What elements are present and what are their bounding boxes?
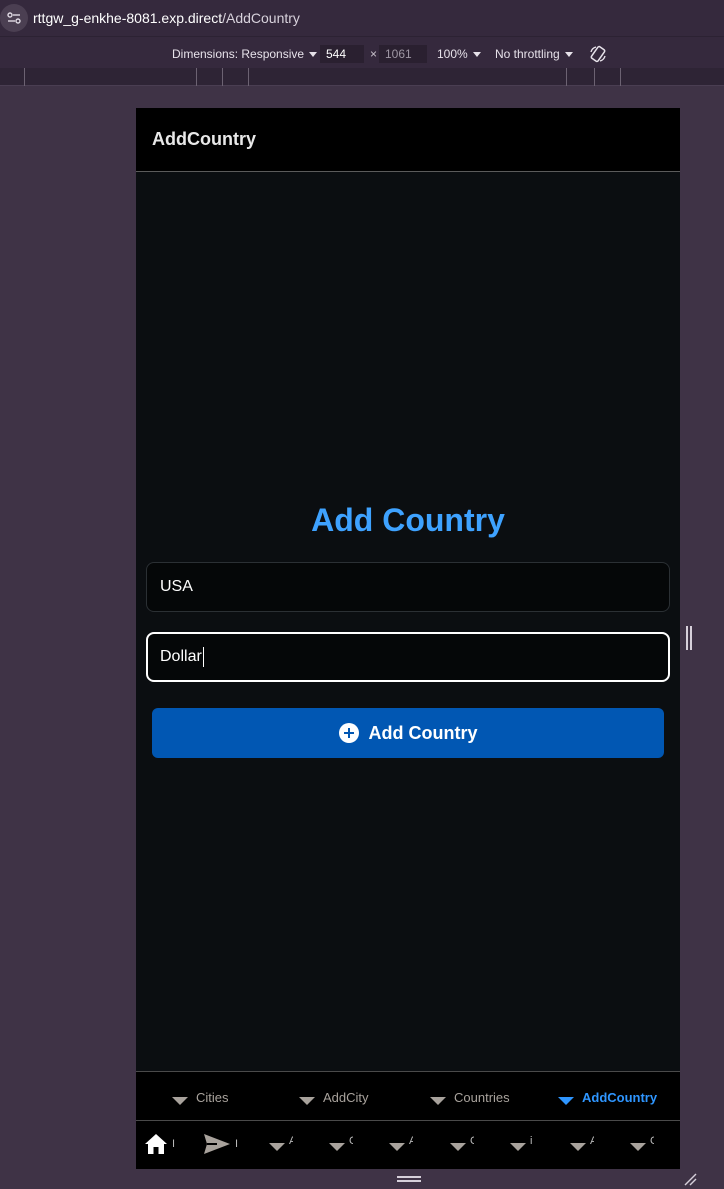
- triangle-down-icon: [630, 1143, 646, 1151]
- tab-countries[interactable]: Countries: [430, 1090, 510, 1105]
- triangle-down-icon: [430, 1096, 446, 1105]
- send-icon: [204, 1134, 230, 1154]
- triangle-down-icon: [570, 1143, 586, 1151]
- media-query-ruler: [0, 68, 724, 86]
- header-title: AddCountry: [152, 129, 256, 149]
- currency-value: Dollar: [160, 648, 202, 665]
- tab-cities[interactable]: Cities: [172, 1090, 229, 1105]
- bottom-tab-item[interactable]: i: [510, 1131, 534, 1151]
- address-bar[interactable]: rttgw_g-enkhe-8081.exp.direct/AddCountry: [33, 10, 300, 26]
- bottom-tab-label: I: [235, 1138, 239, 1150]
- viewport-height-handle[interactable]: [397, 1176, 421, 1182]
- triangle-down-icon: [558, 1096, 574, 1105]
- rotate-icon[interactable]: [588, 44, 608, 64]
- device-viewport: AddCountry Add Country USA Dollar Add Co…: [136, 108, 680, 1169]
- triangle-down-icon: [450, 1143, 466, 1151]
- bottom-tab-item[interactable]: C: [450, 1131, 474, 1151]
- chevron-down-icon: [309, 51, 318, 57]
- triangle-down-icon: [172, 1096, 188, 1105]
- zoom-dropdown[interactable]: 100%: [437, 47, 481, 61]
- tab-label: AddCountry: [582, 1090, 658, 1105]
- country-name-value: USA: [160, 578, 193, 595]
- throttling-dropdown[interactable]: No throttling: [495, 47, 573, 61]
- bottom-tab-label: C: [650, 1135, 654, 1147]
- bottom-tab-label: A: [590, 1135, 594, 1147]
- url-host: rttgw_g-enkhe-8081.exp.direct: [33, 10, 223, 26]
- bottom-tab-label: I: [172, 1138, 176, 1150]
- bottom-tab-label: A: [409, 1135, 413, 1147]
- bottom-tab-label: i: [530, 1135, 533, 1147]
- tab-label: Countries: [454, 1090, 510, 1105]
- tab-addcity[interactable]: AddCity: [299, 1090, 369, 1105]
- bottom-tab-item[interactable]: A: [389, 1131, 413, 1151]
- throttling-label: No throttling: [495, 47, 560, 61]
- url-path: /AddCountry: [222, 10, 300, 26]
- add-country-button[interactable]: Add Country: [152, 708, 664, 758]
- tab-label: AddCity: [323, 1090, 369, 1105]
- tab-label: Cities: [196, 1090, 229, 1105]
- page-title: Add Country: [311, 502, 505, 538]
- text-cursor: [202, 647, 204, 667]
- bottom-tab-label: C: [470, 1135, 474, 1147]
- top-tab-bar: Cities AddCity Countries AddCountry: [136, 1071, 680, 1121]
- bottom-tab-item[interactable]: A: [570, 1131, 594, 1151]
- viewport-width-handle[interactable]: [686, 626, 692, 650]
- bottom-tab-bar: I I A C A C i A C: [136, 1121, 680, 1169]
- currency-input[interactable]: Dollar: [146, 632, 670, 682]
- triangle-down-icon: [510, 1143, 526, 1151]
- bottom-tab-label: C: [349, 1135, 353, 1147]
- bottom-tab-item[interactable]: A: [269, 1131, 293, 1151]
- home-icon: [145, 1134, 167, 1154]
- bottom-tab-item[interactable]: C: [630, 1131, 654, 1151]
- plus-circle-icon: [338, 723, 359, 743]
- resize-corner-icon[interactable]: [683, 1172, 697, 1189]
- tune-icon[interactable]: [0, 4, 28, 32]
- triangle-down-icon: [269, 1143, 285, 1151]
- chevron-down-icon: [472, 51, 481, 57]
- add-country-button-label: Add Country: [368, 722, 478, 743]
- dimension-separator: ×: [370, 47, 378, 61]
- app-header: AddCountry: [136, 108, 680, 172]
- triangle-down-icon: [389, 1143, 405, 1151]
- bottom-tab-item[interactable]: C: [329, 1131, 353, 1151]
- zoom-label: 100%: [437, 47, 468, 61]
- bottom-tab-send[interactable]: I: [203, 1133, 239, 1155]
- device-toolbar: Dimensions: Responsive 544 × 1061 100% N…: [0, 36, 724, 70]
- tab-addcountry[interactable]: AddCountry: [558, 1090, 657, 1105]
- browser-url-bar: rttgw_g-enkhe-8081.exp.direct/AddCountry: [0, 0, 724, 36]
- width-input[interactable]: 544: [320, 45, 364, 63]
- dimensions-label: Dimensions: Responsive: [172, 47, 305, 61]
- triangle-down-icon: [329, 1143, 345, 1151]
- height-input[interactable]: 1061: [379, 45, 427, 63]
- country-name-input[interactable]: USA: [146, 562, 670, 612]
- triangle-down-icon: [299, 1096, 315, 1105]
- dimensions-dropdown[interactable]: Dimensions: Responsive: [172, 47, 318, 61]
- chevron-down-icon: [564, 51, 573, 57]
- bottom-tab-label: A: [289, 1135, 293, 1147]
- bottom-tab-home[interactable]: I: [144, 1133, 176, 1155]
